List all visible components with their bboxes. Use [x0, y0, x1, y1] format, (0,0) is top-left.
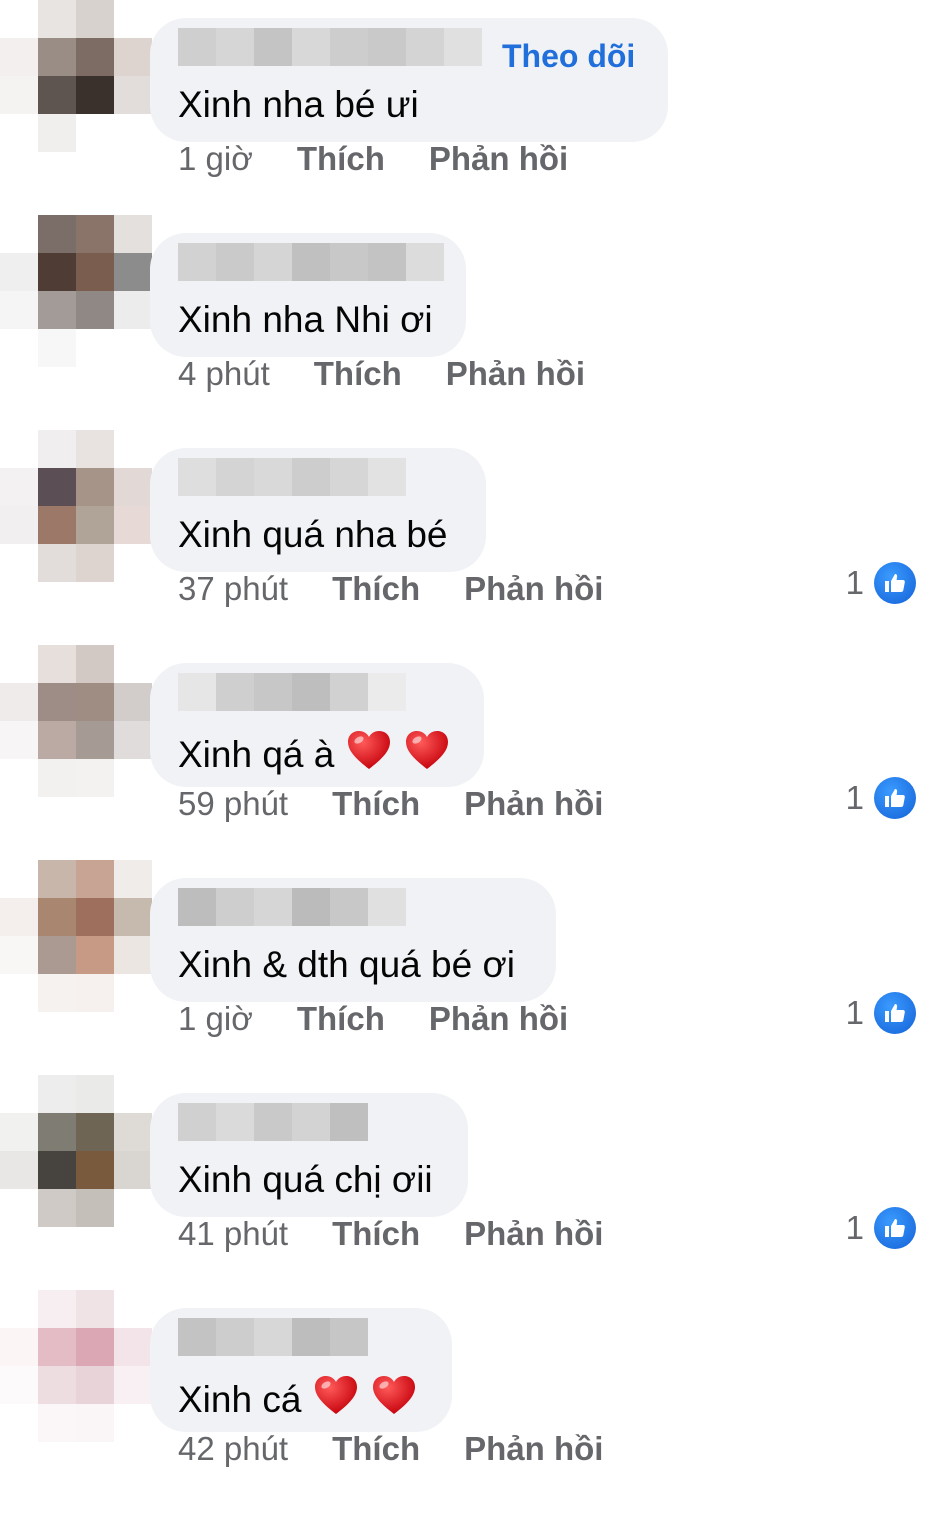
reply-button[interactable]: Phản hồi: [464, 785, 603, 823]
follow-button[interactable]: Theo dõi: [502, 38, 635, 75]
comment-item: Xinh quá chị ơii 41 phút Thích Phản hồi 1: [0, 1075, 946, 1290]
like-button[interactable]: Thích: [332, 570, 420, 608]
comment-actions: 41 phút Thích Phản hồi: [178, 1215, 647, 1253]
reaction-summary[interactable]: 1: [846, 562, 916, 604]
comment-actions: 1 giờ Thích Phản hồi: [178, 1000, 612, 1038]
heart-emoji-icon: [404, 729, 450, 780]
comment-text: Xinh quá nha bé: [178, 514, 448, 556]
thumbs-up-icon: [874, 777, 916, 819]
thumbs-up-icon: [874, 992, 916, 1034]
comment-text: Xinh nha bé ưi: [178, 84, 419, 126]
comment-bubble: Xinh quá chị ơii: [150, 1093, 468, 1217]
like-button[interactable]: Thích: [297, 1000, 385, 1038]
reaction-count: 1: [845, 779, 864, 816]
commenter-name-blurred[interactable]: [178, 1318, 368, 1356]
reply-button[interactable]: Phản hồi: [429, 140, 568, 178]
comment-actions: 1 giờ Thích Phản hồi: [178, 140, 612, 178]
reaction-count: 1: [845, 994, 864, 1031]
comment-bubble: Xinh nha Nhi ơi: [150, 233, 466, 357]
commenter-name-blurred[interactable]: [178, 673, 406, 711]
comment-text-content: Xinh quá nha bé: [178, 514, 448, 555]
commenter-name-blurred[interactable]: [178, 1103, 368, 1141]
heart-emoji-icon: [371, 1374, 417, 1425]
like-button[interactable]: Thích: [314, 355, 402, 393]
comment-actions: 59 phút Thích Phản hồi: [178, 785, 647, 823]
comment-text-content: Xinh qá à: [178, 733, 335, 775]
comment-text: Xinh cá: [178, 1374, 417, 1425]
comment-text-content: Xinh cá: [178, 1378, 302, 1420]
avatar[interactable]: [0, 1075, 152, 1227]
comment-item: Xinh qá à 59 phút Thích Phản hồi 1: [0, 645, 946, 860]
reply-button[interactable]: Phản hồi: [446, 355, 585, 393]
avatar[interactable]: [0, 215, 152, 367]
comment-item: Theo dõi Xinh nha bé ưi 1 giờ Thích Phản hồi: [0, 0, 946, 215]
commenter-name-blurred[interactable]: [178, 28, 482, 66]
comment-timestamp[interactable]: 42 phút: [178, 1430, 288, 1468]
comment-actions: 42 phút Thích Phản hồi: [178, 1430, 647, 1468]
commenter-name-blurred[interactable]: [178, 888, 406, 926]
commenter-name-blurred[interactable]: [178, 243, 444, 281]
comment-bubble: Theo dõi Xinh nha bé ưi: [150, 18, 668, 142]
comment-actions: 4 phút Thích Phản hồi: [178, 355, 629, 393]
comment-bubble: Xinh qá à: [150, 663, 484, 787]
reaction-count: 1: [845, 1209, 864, 1246]
reaction-summary[interactable]: 1: [846, 777, 916, 819]
comment-item: Xinh & dth quá bé ơi 1 giờ Thích Phản hồi 1: [0, 860, 946, 1075]
thumbs-up-icon: [874, 562, 916, 604]
comment-bubble: Xinh & dth quá bé ơi: [150, 878, 556, 1002]
commenter-name-blurred[interactable]: [178, 458, 406, 496]
reply-button[interactable]: Phản hồi: [464, 1215, 603, 1253]
comment-text: Xinh nha Nhi ơi: [178, 299, 433, 341]
avatar[interactable]: [0, 645, 152, 797]
comment-timestamp[interactable]: 37 phút: [178, 570, 288, 608]
comment-text: Xinh quá chị ơii: [178, 1159, 433, 1201]
comment-item: Xinh nha Nhi ơi 4 phút Thích Phản hồi: [0, 215, 946, 430]
like-button[interactable]: Thích: [332, 785, 420, 823]
heart-emoji-icon: [346, 729, 392, 780]
reaction-count: 1: [845, 564, 864, 601]
like-button[interactable]: Thích: [332, 1215, 420, 1253]
heart-emoji-icon: [313, 1374, 359, 1425]
comment-item: Xinh cá 42 phút Thích Phản hồi: [0, 1290, 946, 1505]
avatar[interactable]: [0, 860, 152, 1012]
comment-item: Xinh quá nha bé 37 phút Thích Phản hồi 1: [0, 430, 946, 645]
reaction-summary[interactable]: 1: [846, 1207, 916, 1249]
comment-timestamp[interactable]: 41 phút: [178, 1215, 288, 1253]
reaction-summary[interactable]: 1: [846, 992, 916, 1034]
comment-text: Xinh qá à: [178, 729, 450, 780]
avatar[interactable]: [0, 1290, 152, 1442]
comment-timestamp[interactable]: 59 phút: [178, 785, 288, 823]
comment-timestamp[interactable]: 1 giờ: [178, 140, 253, 178]
avatar[interactable]: [0, 430, 152, 582]
comment-text-content: Xinh nha bé ưi: [178, 84, 419, 125]
comment-bubble: Xinh cá: [150, 1308, 452, 1432]
comment-bubble: Xinh quá nha bé: [150, 448, 486, 572]
like-button[interactable]: Thích: [332, 1430, 420, 1468]
reply-button[interactable]: Phản hồi: [429, 1000, 568, 1038]
reply-button[interactable]: Phản hồi: [464, 1430, 603, 1468]
comment-text-content: Xinh & dth quá bé ơi: [178, 944, 515, 985]
comment-text-content: Xinh quá chị ơii: [178, 1159, 433, 1200]
comment-text-content: Xinh nha Nhi ơi: [178, 299, 433, 340]
comment-timestamp[interactable]: 4 phút: [178, 355, 270, 393]
like-button[interactable]: Thích: [297, 140, 385, 178]
comment-text: Xinh & dth quá bé ơi: [178, 944, 515, 986]
reply-button[interactable]: Phản hồi: [464, 570, 603, 608]
avatar[interactable]: [0, 0, 152, 152]
comment-actions: 37 phút Thích Phản hồi: [178, 570, 647, 608]
comment-timestamp[interactable]: 1 giờ: [178, 1000, 253, 1038]
thumbs-up-icon: [874, 1207, 916, 1249]
